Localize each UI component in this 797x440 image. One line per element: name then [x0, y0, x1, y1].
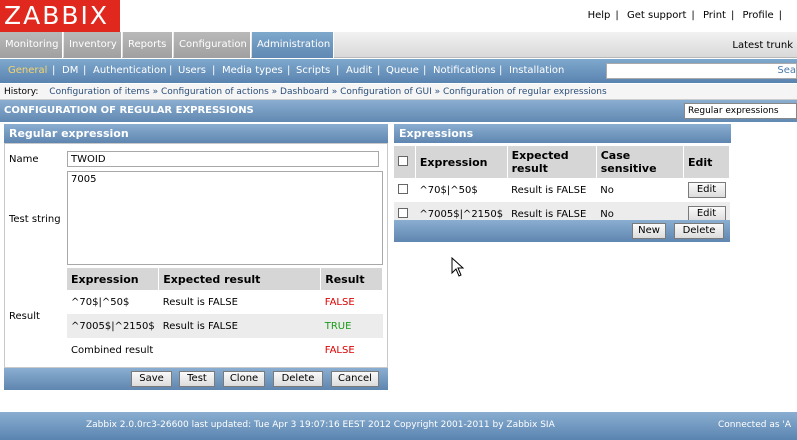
new-button[interactable]: New: [632, 223, 666, 239]
table-row: ^70$|^50$ Result is FALSE No Edit: [394, 178, 730, 202]
history-item[interactable]: Configuration of regular expressions: [443, 87, 607, 97]
zabbix-logo[interactable]: ZABBIX: [0, 0, 120, 32]
col-edit: Edit: [683, 146, 730, 178]
tab-inventory[interactable]: Inventory: [64, 32, 122, 58]
profile-link[interactable]: Profile: [743, 10, 774, 21]
form-title: Regular expression: [4, 124, 388, 143]
row-case: No: [596, 178, 684, 202]
expressions-title: Expressions: [394, 124, 731, 143]
tab-reports[interactable]: Reports: [123, 32, 173, 58]
row-expression: ^70$|^50$: [415, 178, 508, 202]
row-result: FALSE: [320, 338, 383, 362]
test-string-label: Test string: [9, 214, 61, 225]
copyright: Zabbix 2.0.0rc3-26600 last updated: Tue …: [86, 420, 555, 430]
row-result: FALSE: [320, 290, 383, 314]
result-label: Result: [9, 311, 40, 322]
row-checkbox[interactable]: [398, 207, 408, 218]
expressions-button-bar: New Delete: [394, 220, 730, 242]
table-row: Combined result FALSE: [67, 338, 383, 362]
sub-menu: General | DM | Authentication | Users | …: [0, 59, 797, 83]
history-item[interactable]: Configuration of actions: [161, 87, 269, 97]
col-result: Result: [320, 268, 383, 290]
name-label: Name: [9, 154, 39, 165]
get-support-link[interactable]: Get support: [627, 10, 686, 21]
tab-monitoring[interactable]: Monitoring: [0, 32, 63, 58]
table-row: ^70$|^50$ Result is FALSE FALSE: [67, 290, 383, 314]
name-field[interactable]: TWOID: [67, 151, 379, 167]
col-case-sensitive: Case sensitive: [596, 146, 685, 178]
submenu-queue[interactable]: Queue: [386, 65, 419, 76]
submenu-audit[interactable]: Audit: [346, 65, 372, 76]
submenu-users[interactable]: Users: [178, 65, 206, 76]
cancel-button[interactable]: Cancel: [331, 371, 379, 387]
history-item[interactable]: Configuration of items: [49, 87, 149, 97]
expressions-table: Expression Expected result Case sensitiv…: [394, 146, 730, 226]
row-edit-cell: Edit: [683, 178, 730, 202]
history-label: History:: [4, 87, 39, 97]
edit-button[interactable]: Edit: [687, 182, 726, 198]
history-item[interactable]: Dashboard: [280, 87, 329, 97]
latest-version: Latest trunk: [732, 40, 793, 51]
main-menu: Monitoring Inventory Reports Configurati…: [0, 32, 797, 58]
test-button[interactable]: Test: [179, 371, 215, 387]
view-select[interactable]: Regular expressions: [684, 103, 797, 119]
row-result: TRUE: [320, 314, 383, 338]
col-expected: Expected result: [507, 146, 597, 178]
row-expected: Result is FALSE: [158, 314, 321, 338]
top-links: Help | Get support | Print | Profile |: [587, 10, 782, 21]
print-link[interactable]: Print: [703, 10, 726, 21]
result-table: Expression Expected result Result ^70$|^…: [67, 268, 383, 362]
select-all-checkbox[interactable]: [398, 155, 408, 166]
help-link[interactable]: Help: [588, 10, 611, 21]
col-expression: Expression: [415, 146, 508, 178]
clone-button[interactable]: Clone: [223, 371, 265, 387]
table-row: ^7005$|^2150$ Result is FALSE TRUE: [67, 314, 383, 338]
col-expression: Expression: [67, 268, 160, 290]
delete-expression-button[interactable]: Delete: [674, 223, 724, 239]
select-all-header: [394, 146, 416, 178]
page-title: CONFIGURATION OF REGULAR EXPRESSIONS: [4, 105, 254, 116]
row-expected: Result is FALSE: [507, 178, 597, 202]
submenu-installation[interactable]: Installation: [509, 65, 564, 76]
form-button-bar: Save Test Clone Delete Cancel: [4, 368, 388, 390]
mouse-cursor-icon: [451, 257, 465, 277]
row-expected: Result is FALSE: [158, 290, 321, 314]
submenu-authentication[interactable]: Authentication: [93, 65, 166, 76]
row-expression: ^70$|^50$: [67, 290, 159, 314]
row-checkbox[interactable]: [398, 183, 408, 194]
page-title-bar: CONFIGURATION OF REGULAR EXPRESSIONS Reg…: [0, 100, 797, 122]
tab-configuration[interactable]: Configuration: [174, 32, 251, 58]
footer: Zabbix 2.0.0rc3-26600 last updated: Tue …: [0, 412, 797, 440]
row-expression: Combined result: [67, 338, 159, 362]
search-input[interactable]: Sea: [606, 63, 797, 79]
row-expression: ^7005$|^2150$: [67, 314, 159, 338]
col-expected: Expected result: [158, 268, 322, 290]
submenu-dm[interactable]: DM: [62, 65, 78, 76]
connected-as: Connected as 'A: [718, 420, 792, 430]
row-expected: [158, 338, 321, 362]
submenu-media-types[interactable]: Media types: [222, 65, 283, 76]
test-string-field[interactable]: 7005: [67, 171, 383, 265]
history-breadcrumb: History: Configuration of items » Config…: [0, 84, 797, 100]
row-select: [394, 178, 416, 202]
delete-button[interactable]: Delete: [273, 371, 323, 387]
tab-administration[interactable]: Administration: [252, 32, 334, 58]
submenu-scripts[interactable]: Scripts: [296, 65, 330, 76]
history-item[interactable]: Configuration of GUI: [340, 87, 432, 97]
search-button[interactable]: Sea: [777, 65, 796, 76]
regexp-form: Name TWOID Test string 7005 Result Expre…: [4, 143, 388, 368]
save-button[interactable]: Save: [131, 371, 172, 387]
top-bar: ZABBIX Help | Get support | Print | Profile…: [0, 0, 797, 32]
submenu-notifications[interactable]: Notifications: [433, 65, 496, 76]
submenu-general[interactable]: General: [8, 65, 47, 76]
